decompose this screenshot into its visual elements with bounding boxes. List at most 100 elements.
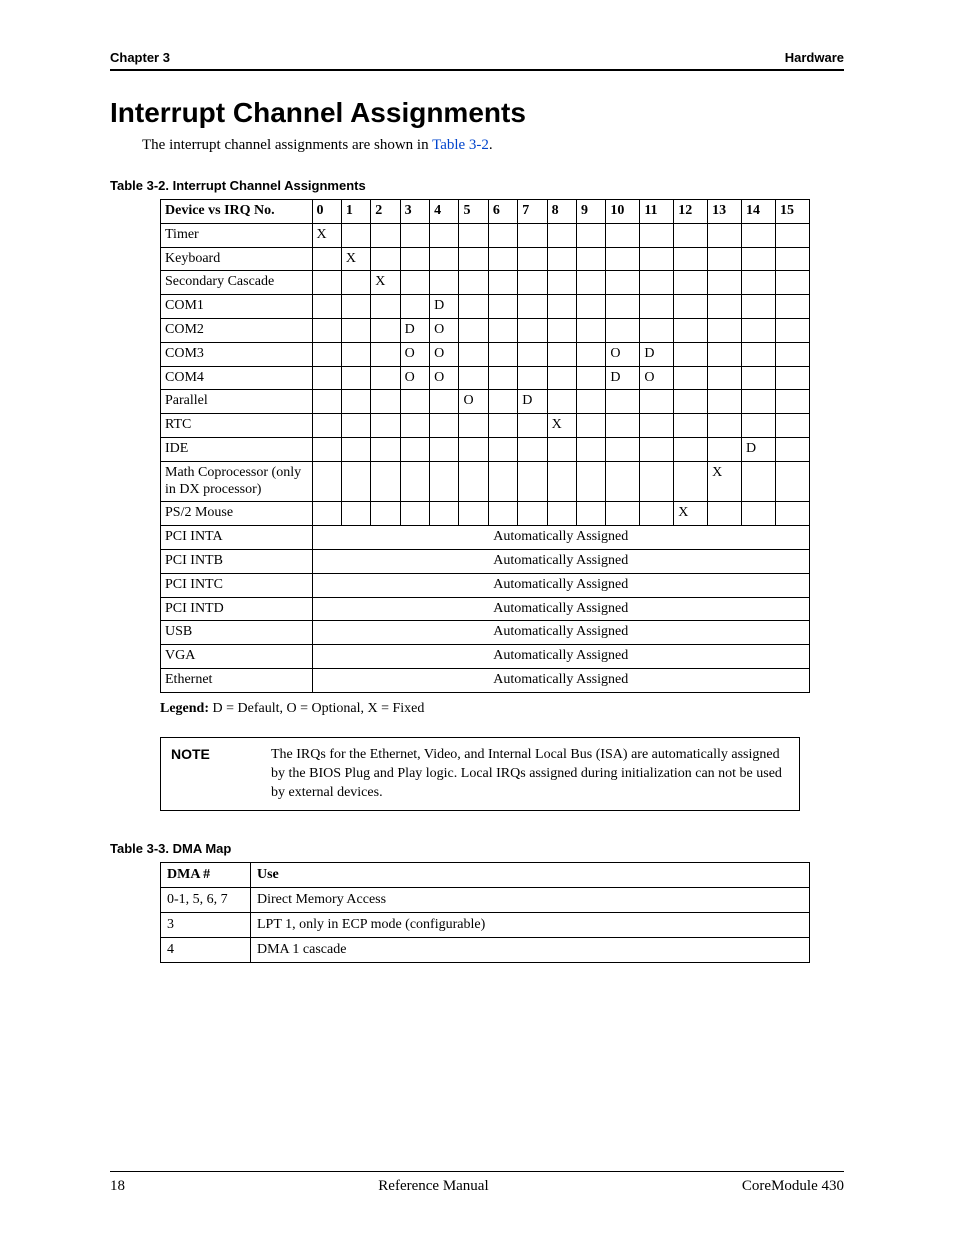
irq-cell bbox=[775, 414, 809, 438]
irq-cell: O bbox=[430, 318, 459, 342]
irq-cell bbox=[488, 437, 517, 461]
device-cell: RTC bbox=[161, 414, 313, 438]
th-irq: 6 bbox=[488, 200, 517, 224]
irq-cell bbox=[488, 414, 517, 438]
irq-cell bbox=[371, 223, 400, 247]
device-cell: Keyboard bbox=[161, 247, 313, 271]
footer-center: Reference Manual bbox=[378, 1178, 488, 1195]
irq-cell bbox=[775, 247, 809, 271]
irq-cell bbox=[400, 461, 429, 502]
irq-cell bbox=[606, 414, 640, 438]
table-row: IDED bbox=[161, 437, 810, 461]
irq-cell bbox=[400, 414, 429, 438]
irq-cell bbox=[547, 366, 576, 390]
irq-cell bbox=[577, 271, 606, 295]
irq-cell bbox=[341, 318, 370, 342]
intro-prefix: The interrupt channel assignments are sh… bbox=[142, 137, 432, 153]
irq-cell bbox=[488, 318, 517, 342]
irq-cell bbox=[459, 295, 488, 319]
running-header: Chapter 3 Hardware bbox=[110, 50, 844, 71]
table-row: 3LPT 1, only in ECP mode (configurable) bbox=[161, 913, 810, 938]
irq-cell bbox=[518, 318, 547, 342]
irq-cell bbox=[640, 247, 674, 271]
table-3-2-link[interactable]: Table 3-2 bbox=[432, 137, 489, 153]
irq-cell bbox=[640, 223, 674, 247]
irq-cell bbox=[518, 437, 547, 461]
auto-assigned-cell: Automatically Assigned bbox=[312, 597, 810, 621]
irq-cell bbox=[488, 461, 517, 502]
irq-cell bbox=[640, 318, 674, 342]
device-cell: COM3 bbox=[161, 342, 313, 366]
irq-cell bbox=[577, 502, 606, 526]
table-row: Secondary CascadeX bbox=[161, 271, 810, 295]
table-row: ParallelOD bbox=[161, 390, 810, 414]
irq-cell bbox=[371, 390, 400, 414]
intro-paragraph: The interrupt channel assignments are sh… bbox=[142, 137, 844, 154]
irq-cell bbox=[577, 223, 606, 247]
irq-cell bbox=[775, 502, 809, 526]
irq-cell bbox=[312, 318, 341, 342]
irq-cell bbox=[674, 461, 708, 502]
auto-assigned-cell: Automatically Assigned bbox=[312, 621, 810, 645]
irq-cell bbox=[518, 502, 547, 526]
irq-cell bbox=[518, 414, 547, 438]
irq-cell bbox=[459, 318, 488, 342]
page-number: 18 bbox=[110, 1178, 125, 1195]
th-device: Device vs IRQ No. bbox=[161, 200, 313, 224]
irq-cell bbox=[312, 414, 341, 438]
device-cell: USB bbox=[161, 621, 313, 645]
irq-cell bbox=[430, 437, 459, 461]
irq-cell bbox=[674, 342, 708, 366]
irq-cell bbox=[341, 223, 370, 247]
irq-cell bbox=[742, 295, 776, 319]
table-row: KeyboardX bbox=[161, 247, 810, 271]
irq-cell bbox=[674, 223, 708, 247]
irq-cell bbox=[488, 390, 517, 414]
device-cell: PS/2 Mouse bbox=[161, 502, 313, 526]
irq-cell bbox=[606, 271, 640, 295]
irq-cell bbox=[775, 342, 809, 366]
irq-cell bbox=[371, 414, 400, 438]
irq-cell bbox=[577, 414, 606, 438]
irq-cell bbox=[518, 295, 547, 319]
irq-cell bbox=[674, 247, 708, 271]
irq-cell bbox=[547, 390, 576, 414]
irq-cell bbox=[341, 295, 370, 319]
intro-suffix: . bbox=[489, 137, 493, 153]
irq-cell bbox=[577, 366, 606, 390]
device-cell: Math Coprocessor (only in DX processor) bbox=[161, 461, 313, 502]
irq-cell bbox=[674, 271, 708, 295]
irq-cell bbox=[518, 223, 547, 247]
irq-cell bbox=[459, 342, 488, 366]
irq-cell bbox=[312, 502, 341, 526]
irq-cell bbox=[488, 366, 517, 390]
th-irq: 8 bbox=[547, 200, 576, 224]
table-row: PCI INTCAutomatically Assigned bbox=[161, 573, 810, 597]
irq-cell bbox=[341, 437, 370, 461]
irq-cell bbox=[775, 366, 809, 390]
th-irq: 13 bbox=[708, 200, 742, 224]
table-row: 4DMA 1 cascade bbox=[161, 938, 810, 963]
irq-cell: X bbox=[312, 223, 341, 247]
irq-cell: O bbox=[400, 366, 429, 390]
legend-label: Legend: bbox=[160, 701, 209, 716]
th-irq: 15 bbox=[775, 200, 809, 224]
irq-cell bbox=[400, 223, 429, 247]
irq-cell bbox=[341, 271, 370, 295]
use-cell: DMA 1 cascade bbox=[251, 938, 810, 963]
irq-cell bbox=[459, 502, 488, 526]
irq-table: Device vs IRQ No. 0 1 2 3 4 5 6 7 8 9 10… bbox=[160, 199, 810, 693]
irq-cell bbox=[400, 502, 429, 526]
device-cell: VGA bbox=[161, 645, 313, 669]
irq-cell bbox=[488, 502, 517, 526]
irq-cell bbox=[371, 502, 400, 526]
use-cell: LPT 1, only in ECP mode (configurable) bbox=[251, 913, 810, 938]
auto-assigned-cell: Automatically Assigned bbox=[312, 645, 810, 669]
irq-cell bbox=[674, 414, 708, 438]
table-header-row: Device vs IRQ No. 0 1 2 3 4 5 6 7 8 9 10… bbox=[161, 200, 810, 224]
irq-cell bbox=[341, 342, 370, 366]
table-row: COM2DO bbox=[161, 318, 810, 342]
table-3-3-caption: Table 3-3. DMA Map bbox=[110, 841, 844, 856]
th-irq: 14 bbox=[742, 200, 776, 224]
irq-cell bbox=[742, 271, 776, 295]
